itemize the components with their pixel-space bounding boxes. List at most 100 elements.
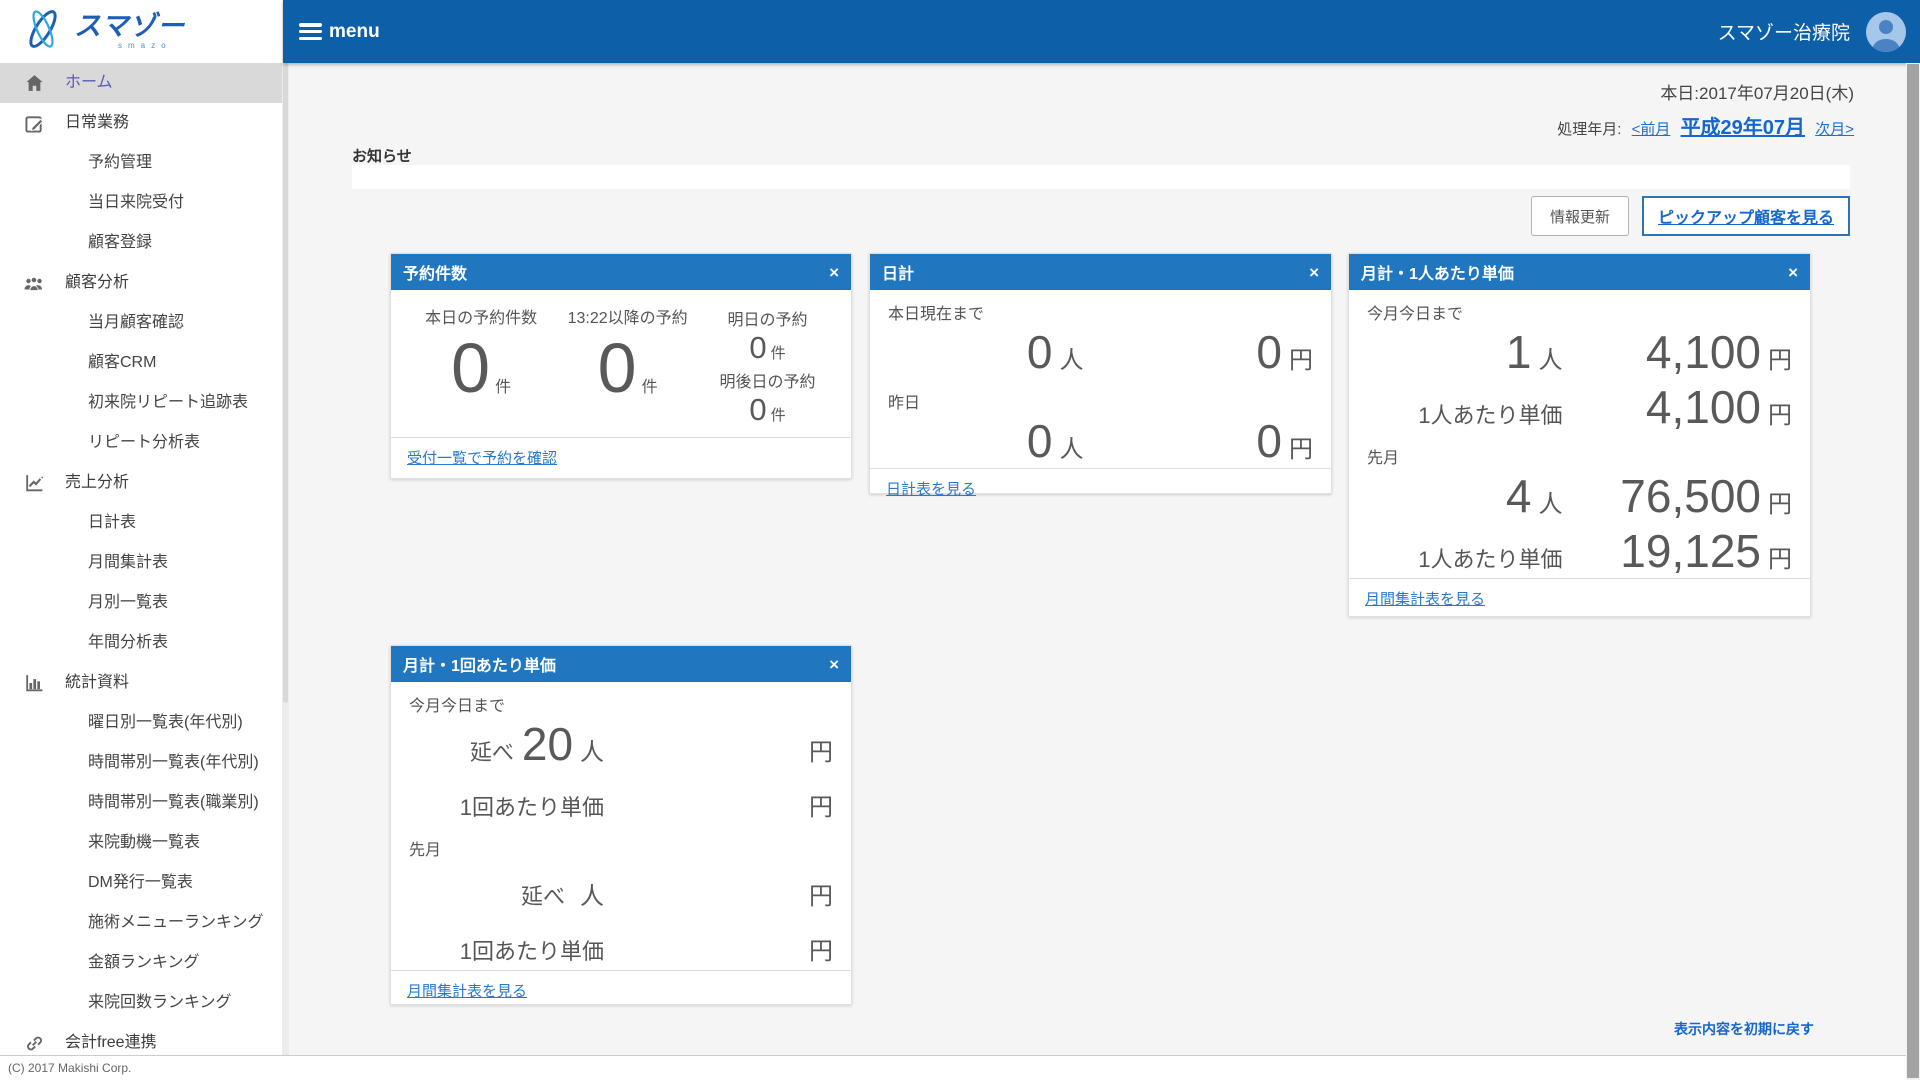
sidebar-item-label: 曜日別一覧表(年代別) bbox=[88, 714, 243, 731]
sidebar-item-customer-analysis[interactable]: 顧客分析 bbox=[0, 263, 282, 303]
menu-toggle-label: menu bbox=[329, 21, 380, 43]
sidebar-item-same-day-reception[interactable]: 当日来院受付 bbox=[0, 183, 282, 223]
hamburger-icon bbox=[299, 23, 322, 40]
view-daily-report-link[interactable]: 日計表を見る bbox=[886, 481, 976, 498]
daily-today-row: 0人 0円 bbox=[870, 324, 1331, 379]
next-month-link[interactable]: 次月> bbox=[1815, 121, 1854, 138]
sidebar-item-amount-ranking[interactable]: 金額ランキング bbox=[0, 943, 282, 983]
per-person-row: 1人あたり単価 4,100円 bbox=[1349, 379, 1810, 434]
sidebar-item-dm-issue-list[interactable]: DM発行一覧表 bbox=[0, 863, 282, 903]
menu-toggle-button[interactable]: menu bbox=[283, 21, 380, 43]
period-label: 処理年月: bbox=[1557, 121, 1621, 138]
sidebar-item-monthly-customer-check[interactable]: 当月顧客確認 bbox=[0, 303, 282, 343]
sidebar-item-timeslot-list-by-age[interactable]: 時間帯別一覧表(年代別) bbox=[0, 743, 282, 783]
sidebar-item-daily-tasks[interactable]: 日常業務 bbox=[0, 103, 282, 143]
check-reservations-link[interactable]: 受付一覧で予約を確認 bbox=[407, 450, 557, 467]
sidebar-item-statistics[interactable]: 統計資料 bbox=[0, 663, 282, 703]
sidebar-item-label: 日計表 bbox=[88, 514, 136, 531]
view-monthly-summary-link[interactable]: 月間集計表を見る bbox=[1365, 591, 1485, 608]
users-icon bbox=[24, 273, 44, 293]
sidebar-item-customer-registration[interactable]: 顧客登録 bbox=[0, 223, 282, 263]
sidebar-item-sales-analysis[interactable]: 売上分析 bbox=[0, 463, 282, 503]
brand-subtitle: smazo bbox=[74, 42, 185, 50]
upcoming-reservations-stat: 明日の予約 0件 明後日の予約 0件 bbox=[692, 304, 843, 427]
notice-bar bbox=[352, 165, 1850, 189]
card-monthly-per-person: 月計・1人あたり単価 × 今月今日まで 1人 4,100円 1人あたり単価 4,… bbox=[1348, 253, 1811, 617]
sidebar-item-monthly-summary[interactable]: 月間集計表 bbox=[0, 543, 282, 583]
last-month-row: 延べ人 円 bbox=[391, 860, 851, 915]
sidebar-item-label: 当日来院受付 bbox=[88, 194, 184, 211]
sidebar: スマゾー smazo ホーム日常業務予約管理当日来院受付顧客登録顧客分析当月顧客… bbox=[0, 0, 282, 1080]
view-monthly-summary-link[interactable]: 月間集計表を見る bbox=[407, 983, 527, 1000]
sidebar-item-label: 当月顧客確認 bbox=[88, 314, 184, 331]
sidebar-item-label: 月間集計表 bbox=[88, 554, 168, 571]
card-reservations-header: 予約件数 × bbox=[391, 254, 851, 290]
card-title: 月計・1人あたり単価 bbox=[1361, 260, 1514, 284]
date-info: 本日:2017年07月20日(木) 処理年月: <前月 平成29年07月 次月> bbox=[1557, 79, 1854, 140]
card-reservations-footer: 受付一覧で予約を確認 bbox=[391, 437, 851, 478]
logo-swoosh-icon bbox=[22, 6, 64, 57]
sidebar-item-label: 顧客分析 bbox=[65, 274, 129, 291]
sidebar-item-repeat-analysis[interactable]: リピート分析表 bbox=[0, 423, 282, 463]
stat-label: 本日の予約件数 bbox=[399, 304, 563, 328]
card-monthly-per-visit: 月計・1回あたり単価 × 今月今日まで 延べ20人 円 1回あたり単価 円 先月… bbox=[390, 645, 852, 1005]
sidebar-item-label: 来院動機一覧表 bbox=[88, 834, 200, 851]
sidebar-item-visit-count-ranking[interactable]: 来院回数ランキング bbox=[0, 983, 282, 1023]
sidebar-item-weekday-list-by-age[interactable]: 曜日別一覧表(年代別) bbox=[0, 703, 282, 743]
sidebar-item-daily-report[interactable]: 日計表 bbox=[0, 503, 282, 543]
sidebar-item-annual-analysis[interactable]: 年間分析表 bbox=[0, 623, 282, 663]
reset-display-link[interactable]: 表示内容を初期に戻す bbox=[1674, 1019, 1814, 1039]
card-reservations: 予約件数 × 本日の予約件数 0件 13:22以降の予約 0件 明日の bbox=[390, 253, 852, 479]
sidebar-scrollbar[interactable] bbox=[282, 63, 289, 1080]
card-title: 日計 bbox=[882, 260, 914, 284]
main-content: 本日:2017年07月20日(木) 処理年月: <前月 平成29年07月 次月>… bbox=[289, 63, 1906, 1080]
sidebar-item-label: 売上分析 bbox=[65, 474, 129, 491]
sidebar-item-reservation-management[interactable]: 予約管理 bbox=[0, 143, 282, 183]
per-person-last-month-row: 1人あたり単価 19,125円 bbox=[1349, 523, 1810, 578]
sidebar-item-label: リピート分析表 bbox=[88, 434, 200, 451]
month-to-date-row: 1人 4,100円 bbox=[1349, 324, 1810, 379]
sidebar-item-label: 来院回数ランキング bbox=[88, 994, 232, 1011]
prev-month-link[interactable]: <前月 bbox=[1632, 121, 1671, 138]
stat-value: 0件 bbox=[563, 328, 692, 409]
sidebar-nav: ホーム日常業務予約管理当日来院受付顧客登録顧客分析当月顧客確認顧客CRM初来院リ… bbox=[0, 63, 282, 1063]
sidebar-item-label: 予約管理 bbox=[88, 154, 152, 171]
sidebar-item-visit-motive-list[interactable]: 来院動機一覧表 bbox=[0, 823, 282, 863]
section-label: 昨日 bbox=[870, 379, 1331, 413]
page-scrollbar[interactable] bbox=[1906, 63, 1920, 1080]
stat-label: 明後日の予約 bbox=[692, 368, 843, 392]
card-monthly-per-person-header: 月計・1人あたり単価 × bbox=[1349, 254, 1810, 290]
card-daily-total-header: 日計 × bbox=[870, 254, 1331, 290]
sidebar-scrollbar-thumb[interactable] bbox=[283, 63, 288, 703]
sidebar-item-first-visit-repeat-tracking[interactable]: 初来院リピート追跡表 bbox=[0, 383, 282, 423]
close-icon[interactable]: × bbox=[1309, 264, 1319, 281]
copyright-text: (C) 2017 Makishi Corp. bbox=[8, 1061, 131, 1075]
close-icon[interactable]: × bbox=[829, 264, 839, 281]
stat-label: 13:22以降の予約 bbox=[563, 304, 692, 328]
sidebar-item-treatment-menu-ranking[interactable]: 施術メニューランキング bbox=[0, 903, 282, 943]
per-visit-row: 1回あたり単価 円 bbox=[391, 771, 851, 826]
page-scrollbar-thumb[interactable] bbox=[1907, 64, 1919, 1078]
sidebar-item-timeslot-list-by-occupation[interactable]: 時間帯別一覧表(職業別) bbox=[0, 783, 282, 823]
stat-label: 明日の予約 bbox=[692, 306, 843, 330]
sidebar-item-label: 施術メニューランキング bbox=[88, 914, 264, 931]
close-icon[interactable]: × bbox=[1788, 264, 1798, 281]
close-icon[interactable]: × bbox=[829, 656, 839, 673]
pickup-customers-button[interactable]: ピックアップ顧客を見る bbox=[1642, 196, 1850, 236]
user-avatar[interactable] bbox=[1866, 12, 1906, 52]
app-logo[interactable]: スマゾー smazo bbox=[0, 0, 282, 63]
last-month-row: 4人 76,500円 bbox=[1349, 468, 1810, 523]
link-icon bbox=[24, 1033, 44, 1053]
refresh-info-button[interactable]: 情報更新 bbox=[1531, 196, 1629, 236]
chart-line-icon bbox=[24, 473, 44, 493]
sidebar-item-monthly-list[interactable]: 月別一覧表 bbox=[0, 583, 282, 623]
sidebar-item-customer-crm[interactable]: 顧客CRM bbox=[0, 343, 282, 383]
sidebar-item-label: 金額ランキング bbox=[88, 954, 200, 971]
current-month-link[interactable]: 平成29年07月 bbox=[1681, 117, 1806, 139]
card-title: 月計・1回あたり単価 bbox=[403, 652, 556, 676]
card-monthly-per-visit-footer: 月間集計表を見る bbox=[391, 970, 851, 1011]
stat-value: 0件 bbox=[692, 392, 843, 428]
today-reservations-stat: 本日の予約件数 0件 bbox=[399, 304, 563, 427]
sidebar-item-home[interactable]: ホーム bbox=[0, 63, 282, 103]
today-date: 本日:2017年07月20日(木) bbox=[1557, 79, 1854, 104]
